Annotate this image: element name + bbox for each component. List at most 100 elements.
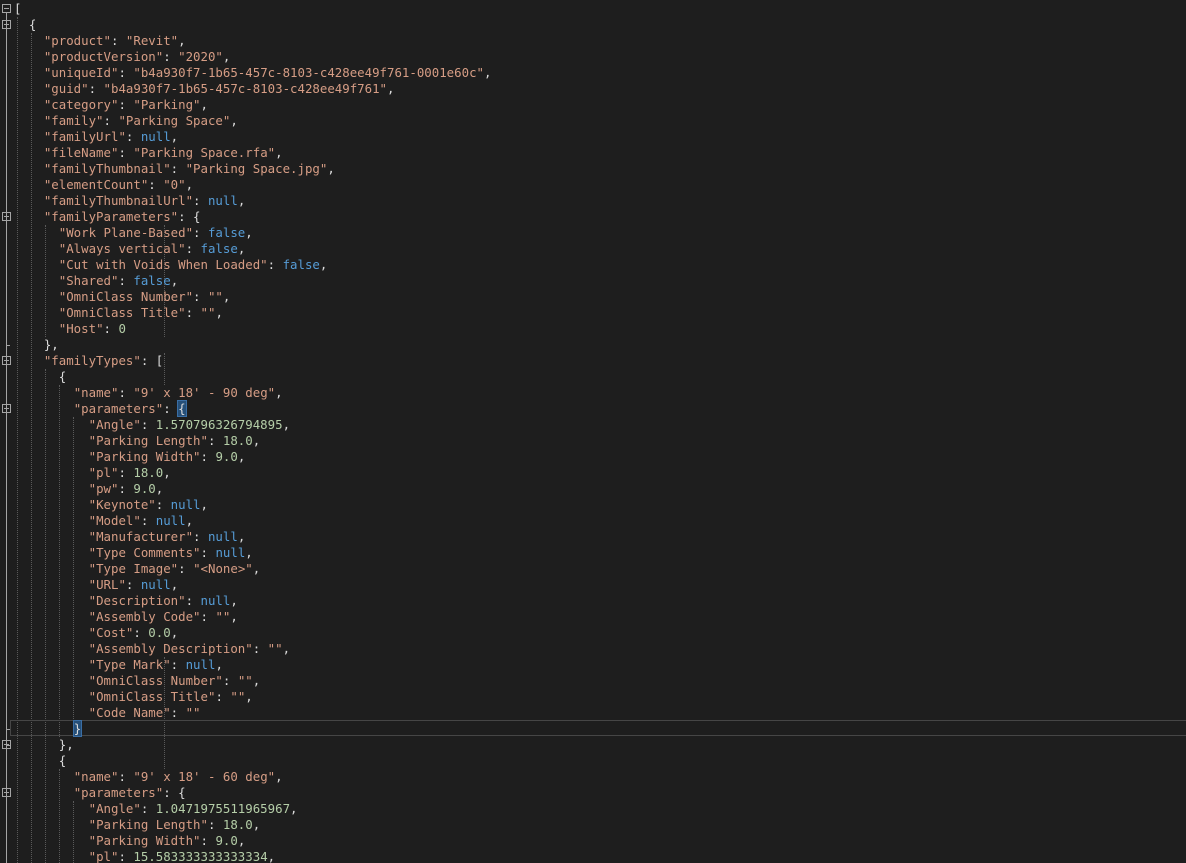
code-line[interactable]: "Type Comments": null, (0, 545, 1186, 561)
code-line[interactable]: "Cut with Voids When Loaded": false, (0, 257, 1186, 273)
code-editor[interactable]: [ { "product": "Revit", "productVersion"… (0, 0, 1186, 863)
code-line[interactable]: "guid": "b4a930f7-1b65-457c-8103-c428ee4… (0, 81, 1186, 97)
code-token: : (118, 97, 134, 112)
code-line[interactable]: "parameters": { (0, 785, 1186, 801)
code-line[interactable]: "Host": 0 (0, 321, 1186, 337)
code-line[interactable]: { (0, 369, 1186, 385)
code-token: { (14, 369, 67, 384)
code-token: "Shared" (58, 273, 119, 288)
code-token: "" (230, 689, 246, 704)
code-line-text: "family": "Parking Space", (14, 113, 238, 129)
code-line[interactable]: "pl": 15.583333333333334, (0, 849, 1186, 863)
code-line[interactable]: "category": "Parking", (0, 97, 1186, 113)
code-line-text: { (14, 369, 66, 385)
code-token: , (215, 305, 223, 320)
code-line[interactable]: "familyTypes": [ (0, 353, 1186, 369)
code-line[interactable]: "Work Plane-Based": false, (0, 225, 1186, 241)
code-line[interactable]: "Type Image": "<None>", (0, 561, 1186, 577)
code-line[interactable]: "Parking Length": 18.0, (0, 817, 1186, 833)
code-token: "Parking" (133, 97, 201, 112)
code-line-text: "familyThumbnail": "Parking Space.jpg", (14, 161, 335, 177)
code-line[interactable]: "Keynote": null, (0, 497, 1186, 513)
code-line[interactable]: "Type Mark": null, (0, 657, 1186, 673)
code-token: false (133, 273, 171, 288)
code-line[interactable]: "familyThumbnailUrl": null, (0, 193, 1186, 209)
code-line[interactable]: "name": "9' x 18' - 60 deg", (0, 769, 1186, 785)
code-line-text: "parameters": { (14, 785, 186, 801)
code-line[interactable]: "Model": null, (0, 513, 1186, 529)
code-line[interactable]: "OmniClass Number": "", (0, 673, 1186, 689)
code-line[interactable]: "familyUrl": null, (0, 129, 1186, 145)
code-line[interactable]: "Cost": 0.0, (0, 625, 1186, 641)
code-line[interactable]: "Code Name": "" (0, 705, 1186, 721)
code-token: 0 (118, 321, 126, 336)
code-line[interactable]: "Description": null, (0, 593, 1186, 609)
code-line[interactable]: "OmniClass Title": "", (0, 689, 1186, 705)
code-token: : (118, 465, 134, 480)
code-line-text: "pw": 9.0, (14, 481, 164, 497)
code-token: null (140, 577, 171, 592)
code-token: , (163, 465, 171, 480)
code-token: "Cut with Voids When Loaded" (58, 257, 268, 272)
code-line[interactable]: "familyThumbnail": "Parking Space.jpg", (0, 161, 1186, 177)
code-line[interactable]: "productVersion": "2020", (0, 49, 1186, 65)
code-token: : { (163, 785, 186, 800)
code-token: }, (14, 737, 74, 752)
code-line[interactable]: "Angle": 1.570796326794895, (0, 417, 1186, 433)
code-line[interactable]: "Shared": false, (0, 273, 1186, 289)
code-line[interactable]: { (0, 753, 1186, 769)
code-line[interactable]: "familyParameters": { (0, 209, 1186, 225)
code-token: : (118, 65, 134, 80)
code-token: "Host" (58, 321, 104, 336)
code-token: "" (215, 609, 231, 624)
brace-match-highlight: { (177, 400, 187, 417)
code-token: : (178, 561, 194, 576)
code-line[interactable]: "parameters": { (0, 400, 1186, 417)
code-token: 1.570796326794895 (155, 417, 283, 432)
code-line[interactable]: [ (0, 1, 1186, 17)
code-line[interactable]: "Assembly Description": "", (0, 641, 1186, 657)
code-token: , (387, 81, 395, 96)
code-token: "<None>" (193, 561, 253, 576)
code-line[interactable]: } (0, 720, 1186, 737)
code-line[interactable]: "Always vertical": false, (0, 241, 1186, 257)
code-token: "Cost" (88, 625, 134, 640)
code-token: { (14, 753, 67, 768)
code-line-text: "pl": 18.0, (14, 465, 171, 481)
code-token: false (282, 257, 320, 272)
code-line[interactable]: { (0, 17, 1186, 33)
code-line[interactable]: }, (0, 337, 1186, 353)
code-line[interactable]: "Parking Length": 18.0, (0, 433, 1186, 449)
code-line[interactable]: }, (0, 737, 1186, 753)
code-line[interactable]: "Parking Width": 9.0, (0, 833, 1186, 849)
code-line[interactable]: "elementCount": "0", (0, 177, 1186, 193)
code-line[interactable]: "Manufacturer": null, (0, 529, 1186, 545)
code-line[interactable]: "product": "Revit", (0, 33, 1186, 49)
code-line-text: } (14, 720, 83, 737)
code-line-text: "elementCount": "0", (14, 177, 193, 193)
code-token: "b4a930f7-1b65-457c-8103-c428ee49f761" (103, 81, 388, 96)
code-line[interactable]: "OmniClass Title": "", (0, 305, 1186, 321)
code-line[interactable]: "uniqueId": "b4a930f7-1b65-457c-8103-c42… (0, 65, 1186, 81)
code-line[interactable]: "Assembly Code": "", (0, 609, 1186, 625)
code-line[interactable]: "pw": 9.0, (0, 481, 1186, 497)
code-line-text: "guid": "b4a930f7-1b65-457c-8103-c428ee4… (14, 81, 395, 97)
code-line[interactable]: "fileName": "Parking Space.rfa", (0, 145, 1186, 161)
code-token: "" (200, 305, 216, 320)
code-line[interactable]: "URL": null, (0, 577, 1186, 593)
code-line[interactable]: "pl": 18.0, (0, 465, 1186, 481)
code-line[interactable]: "Parking Width": 9.0, (0, 449, 1186, 465)
code-line[interactable]: "name": "9' x 18' - 90 deg", (0, 385, 1186, 401)
code-line[interactable]: "family": "Parking Space", (0, 113, 1186, 129)
code-line[interactable]: "Angle": 1.0471975511965967, (0, 801, 1186, 817)
code-token: "elementCount" (43, 177, 149, 192)
code-line[interactable]: "OmniClass Number": "", (0, 289, 1186, 305)
